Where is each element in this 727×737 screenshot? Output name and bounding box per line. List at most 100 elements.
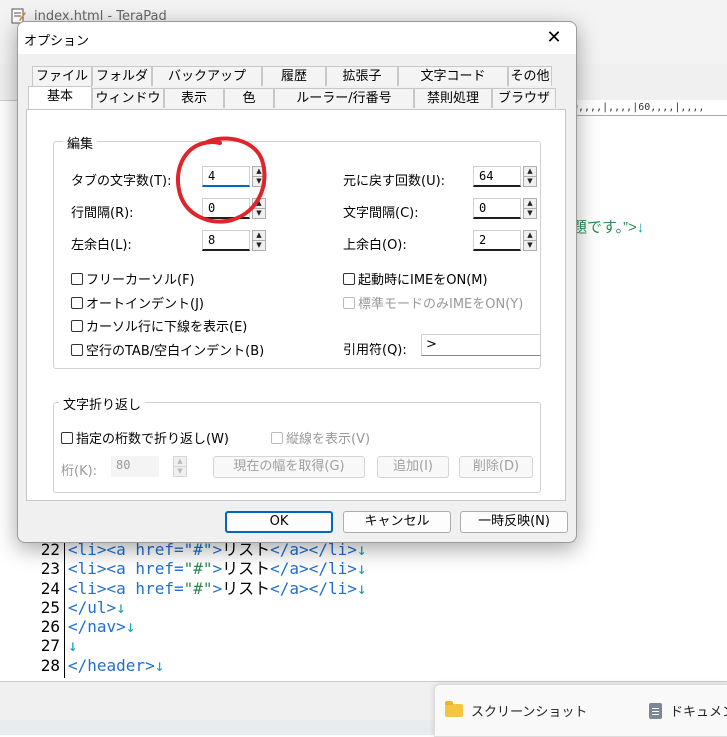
- tab-width-input[interactable]: 4: [202, 166, 250, 187]
- cursor-underline-label: カーソル行に下線を表示(E): [86, 320, 248, 335]
- code-lines: <li><a href="#">リスト</a></li>↓ <li><a href…: [68, 540, 367, 675]
- vertical-line-label: 縦線を表示(V): [286, 432, 371, 447]
- quote-input[interactable]: >: [421, 334, 541, 356]
- code-attr: "#": [183, 559, 213, 579]
- tab-window[interactable]: ウィンドウ: [92, 88, 164, 108]
- auto-indent-checkbox[interactable]: オートインデント(J): [71, 293, 204, 312]
- dialog-titlebar: オプション ✕: [18, 22, 576, 54]
- code-text: リスト: [222, 578, 271, 598]
- tab-extension[interactable]: 拡張子: [326, 66, 398, 86]
- line-spacing-spin-buttons[interactable]: ▲ ▼: [252, 198, 266, 219]
- explorer-item-label: ドキュメン: [670, 705, 727, 720]
- wrap-at-column-label: 指定の桁数で折り返し(W): [76, 432, 229, 447]
- vertical-line-checkbox: 縦線を表示(V): [271, 428, 370, 447]
- free-cursor-checkbox[interactable]: フリーカーソル(F): [71, 269, 195, 288]
- blank-tab-indent-checkbox[interactable]: 空行のTAB/空白インデント(B): [71, 340, 264, 359]
- file-explorer-panel: スクリーンショット ドキュメン: [434, 684, 727, 737]
- tab-display[interactable]: 表示: [164, 88, 224, 108]
- code-rf: ↓: [154, 655, 165, 675]
- tab-width-label: タブの文字数(T):: [71, 174, 172, 189]
- ime-on-startup-label: 起動時にIMEをON(M): [358, 273, 488, 288]
- ime-on-startup-checkbox[interactable]: 起動時にIMEをON(M): [343, 269, 488, 288]
- tab-ruler-line-numbers[interactable]: ルーラー/行番号: [274, 88, 414, 108]
- code-rf: ↓: [356, 559, 367, 579]
- tab-color[interactable]: 色: [224, 88, 274, 108]
- checkbox-box[interactable]: [71, 319, 83, 332]
- checkbox-box[interactable]: [71, 272, 83, 285]
- wrap-groupbox: [53, 402, 541, 493]
- code-close: </a></li>: [270, 559, 357, 579]
- code-line: </header>↓: [68, 656, 367, 675]
- cancel-button[interactable]: キャンセル: [343, 511, 451, 533]
- delete-button: 削除(D): [459, 456, 533, 478]
- tab-backup[interactable]: バックアップ: [152, 66, 262, 86]
- options-dialog: オプション ✕ ファイル フォルダ バックアップ 履歴 拡張子 文字コード その…: [17, 21, 577, 543]
- wrap-group-label: 文字折り返し: [59, 394, 146, 413]
- undo-count-spin-buttons[interactable]: ▲ ▼: [523, 166, 537, 187]
- char-spacing-spin-buttons[interactable]: ▲ ▼: [523, 198, 537, 219]
- column-label: 桁(K):: [61, 464, 98, 479]
- quote-label: 引用符(Q):: [343, 343, 407, 358]
- tab-basic[interactable]: 基本: [28, 86, 92, 109]
- tab-encoding[interactable]: 文字コード: [398, 66, 508, 86]
- undo-count-input[interactable]: 64: [473, 166, 521, 187]
- code-line: </ul>↓: [68, 598, 367, 617]
- top-margin-input[interactable]: 2: [473, 230, 521, 251]
- left-margin-label: 左余白(L):: [71, 238, 132, 253]
- close-icon[interactable]: ✕: [532, 22, 576, 54]
- line-spacing-label: 行間隔(R):: [71, 206, 134, 221]
- code-rf: ↓: [356, 578, 367, 598]
- ok-button[interactable]: OK: [225, 511, 333, 533]
- code-line: <li><a href="#">リスト</a></li>↓: [68, 559, 367, 578]
- code-close: </a></li>: [270, 578, 357, 598]
- left-margin-spin-buttons[interactable]: ▲ ▼: [252, 230, 266, 251]
- free-cursor-label: フリーカーソル(F): [86, 273, 195, 288]
- char-spacing-input[interactable]: 0: [473, 198, 521, 219]
- line-number: 27: [40, 636, 60, 656]
- tab-history[interactable]: 履歴: [262, 66, 326, 86]
- explorer-item-screenshots[interactable]: スクリーンショット: [445, 701, 587, 720]
- tab-other[interactable]: その他: [508, 66, 552, 86]
- char-spacing-label: 文字間隔(C):: [343, 206, 419, 221]
- line-spacing-input[interactable]: 0: [202, 198, 250, 219]
- code-rf: ↓: [116, 597, 126, 617]
- blank-tab-indent-label: 空行のTAB/空白インデント(B): [86, 344, 265, 359]
- editor-partial-line: 題です。”>↓: [572, 216, 644, 237]
- apply-temporarily-button[interactable]: 一時反映(N): [460, 511, 568, 533]
- left-margin-input[interactable]: 8: [202, 230, 250, 251]
- top-margin-spin-buttons[interactable]: ▲ ▼: [523, 230, 537, 251]
- wrap-at-column-checkbox[interactable]: 指定の桁数で折り返し(W): [61, 428, 229, 447]
- code-line: <li><a href="#">リスト</a></li>↓: [68, 579, 367, 598]
- code-attr: "#": [183, 578, 213, 598]
- line-number: 26: [40, 617, 60, 637]
- code-tag: </ul>: [68, 597, 117, 617]
- code-tag: <li><a href=: [68, 559, 184, 579]
- checkbox-box: [343, 296, 355, 309]
- cursor-underline-checkbox[interactable]: カーソル行に下線を表示(E): [71, 316, 247, 335]
- ime-standard-mode-checkbox: 標準モードのみIMEをON(Y): [343, 293, 523, 312]
- line-number: 28: [40, 655, 60, 675]
- auto-indent-label: オートインデント(J): [86, 297, 204, 312]
- explorer-item-documents[interactable]: ドキュメン: [649, 701, 727, 720]
- checkbox-box[interactable]: [71, 343, 83, 356]
- code-tag: <li><a href=: [68, 578, 184, 598]
- ime-standard-mode-label: 標準モードのみIMEをON(Y): [358, 297, 524, 312]
- code-line: </nav>↓: [68, 617, 367, 636]
- code-tag: </header>: [68, 655, 155, 675]
- checkbox-box: [271, 431, 283, 444]
- code-rf: ↓: [68, 636, 78, 656]
- line-number: 23: [40, 559, 60, 579]
- column-spin-buttons: ▲ ▼: [173, 456, 187, 477]
- tab-width-spin-buttons[interactable]: ▲ ▼: [252, 166, 266, 187]
- tab-kinsoku[interactable]: 禁則処理: [414, 88, 492, 108]
- top-margin-label: 上余白(O):: [343, 238, 407, 253]
- code-rf: ↓: [125, 617, 136, 637]
- line-feed-mark: ↓: [636, 219, 645, 236]
- tab-file[interactable]: ファイル: [32, 66, 92, 86]
- checkbox-box[interactable]: [71, 296, 83, 309]
- get-current-width-button: 現在の幅を取得(G): [213, 456, 365, 478]
- tab-folder[interactable]: フォルダ: [92, 66, 152, 86]
- checkbox-box[interactable]: [343, 272, 355, 285]
- tab-browser[interactable]: ブラウザ: [492, 88, 556, 108]
- checkbox-box[interactable]: [61, 431, 73, 444]
